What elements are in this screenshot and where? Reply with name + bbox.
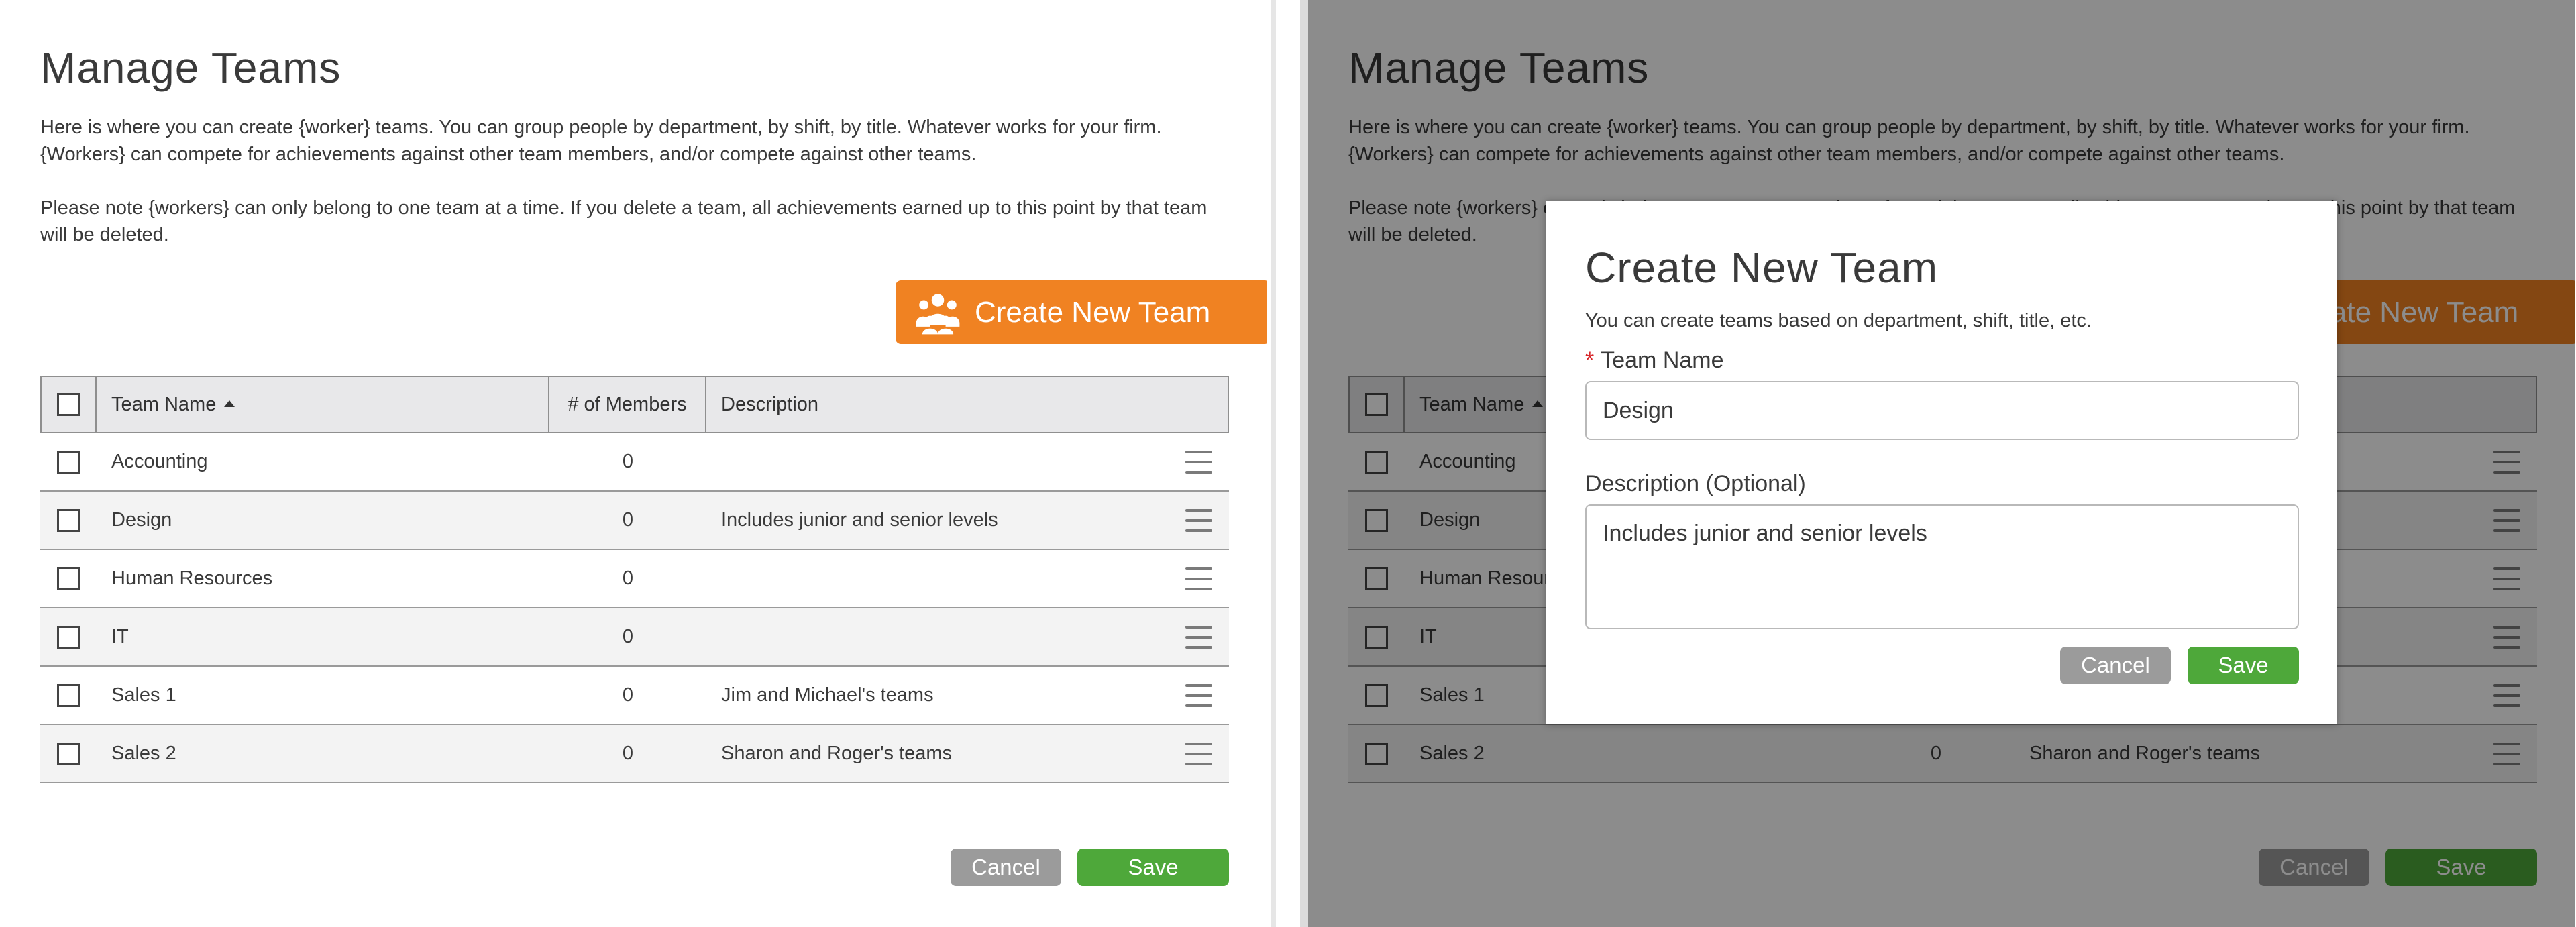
members-cell: 0 xyxy=(622,743,634,764)
table-row: Design 0 Includes junior and senior leve… xyxy=(40,492,1229,550)
manage-teams-panel-default: Manage Teams Here is where you can creat… xyxy=(0,0,1267,927)
description-cell: Includes junior and senior levels xyxy=(721,509,998,531)
hamburger-menu-icon[interactable] xyxy=(1185,450,1212,474)
page-title: Manage Teams xyxy=(40,44,341,92)
description-textarea[interactable]: Includes junior and senior levels xyxy=(1585,504,2299,629)
table-body: Accounting 0 Design 0 Includes junior an… xyxy=(40,433,1229,783)
create-new-team-label: Create New Team xyxy=(975,295,1211,329)
table-row: Sales 2 0 Sharon and Roger's teams xyxy=(40,725,1229,783)
save-button[interactable]: Save xyxy=(1077,849,1229,886)
hamburger-menu-icon[interactable] xyxy=(1185,508,1212,532)
dialog-title: Create New Team xyxy=(1585,243,1939,292)
row-checkbox[interactable] xyxy=(57,450,80,474)
row-checkbox[interactable] xyxy=(57,742,80,765)
members-cell: 0 xyxy=(622,509,634,531)
description-header[interactable]: Description xyxy=(706,377,1228,432)
members-cell: 0 xyxy=(622,626,634,647)
members-cell: 0 xyxy=(622,451,634,472)
table-header: Team Name # of Members Description xyxy=(42,377,1228,433)
table-row: IT 0 xyxy=(40,608,1229,667)
row-checkbox[interactable] xyxy=(57,684,80,707)
teams-table: Team Name # of Members Description Accou… xyxy=(40,376,1229,783)
table-row: Human Resources 0 xyxy=(40,550,1229,608)
team-group-icon xyxy=(916,293,960,334)
note-paragraph: Please note {workers} can only belong to… xyxy=(40,197,1208,246)
hamburger-menu-icon[interactable] xyxy=(1185,625,1212,649)
row-checkbox[interactable] xyxy=(57,567,80,590)
team-name-header[interactable]: Team Name xyxy=(97,377,549,432)
dialog-subtitle: You can create teams based on department… xyxy=(1585,310,2092,331)
team-name-cell: Design xyxy=(111,509,172,531)
team-name-header-label: Team Name xyxy=(111,393,217,415)
manage-teams-panel-modal-open: Manage Teams Here is where you can creat… xyxy=(1308,0,2575,927)
panel-divider xyxy=(1267,0,1308,927)
team-name-cell: IT xyxy=(111,626,129,647)
select-all-cell xyxy=(42,377,97,432)
create-team-dialog: Create New Team You can create teams bas… xyxy=(1546,201,2337,724)
row-checkbox[interactable] xyxy=(57,508,80,532)
hamburger-menu-icon[interactable] xyxy=(1185,742,1212,765)
select-all-checkbox[interactable] xyxy=(57,393,80,416)
hamburger-menu-icon[interactable] xyxy=(1185,684,1212,707)
sort-ascending-icon xyxy=(224,400,235,407)
team-name-cell: Sales 2 xyxy=(111,743,176,764)
table-row: Sales 1 0 Jim and Michael's teams xyxy=(40,667,1229,725)
team-name-input[interactable]: Design xyxy=(1585,381,2299,440)
intro-paragraph: Here is where you can create {worker} te… xyxy=(40,117,1162,165)
members-cell: 0 xyxy=(622,567,634,589)
dialog-cancel-button[interactable]: Cancel xyxy=(2060,647,2171,684)
members-header[interactable]: # of Members xyxy=(549,377,706,432)
members-cell: 0 xyxy=(622,684,634,706)
description-cell: Sharon and Roger's teams xyxy=(721,743,953,764)
row-checkbox[interactable] xyxy=(57,625,80,649)
cancel-button[interactable]: Cancel xyxy=(951,849,1061,886)
team-name-label-text: Team Name xyxy=(1601,347,1724,373)
hamburger-menu-icon[interactable] xyxy=(1185,567,1212,590)
create-new-team-button[interactable]: Create New Team xyxy=(896,280,1267,344)
team-name-cell: Sales 1 xyxy=(111,684,176,706)
team-name-cell: Accounting xyxy=(111,451,208,472)
team-name-label: * Team Name xyxy=(1585,347,1724,374)
dialog-save-button[interactable]: Save xyxy=(2188,647,2299,684)
description-cell: Jim and Michael's teams xyxy=(721,684,934,706)
required-marker: * xyxy=(1585,347,1595,373)
team-name-cell: Human Resources xyxy=(111,567,273,589)
description-label: Description (Optional) xyxy=(1585,471,1806,496)
table-row: Accounting 0 xyxy=(40,433,1229,492)
